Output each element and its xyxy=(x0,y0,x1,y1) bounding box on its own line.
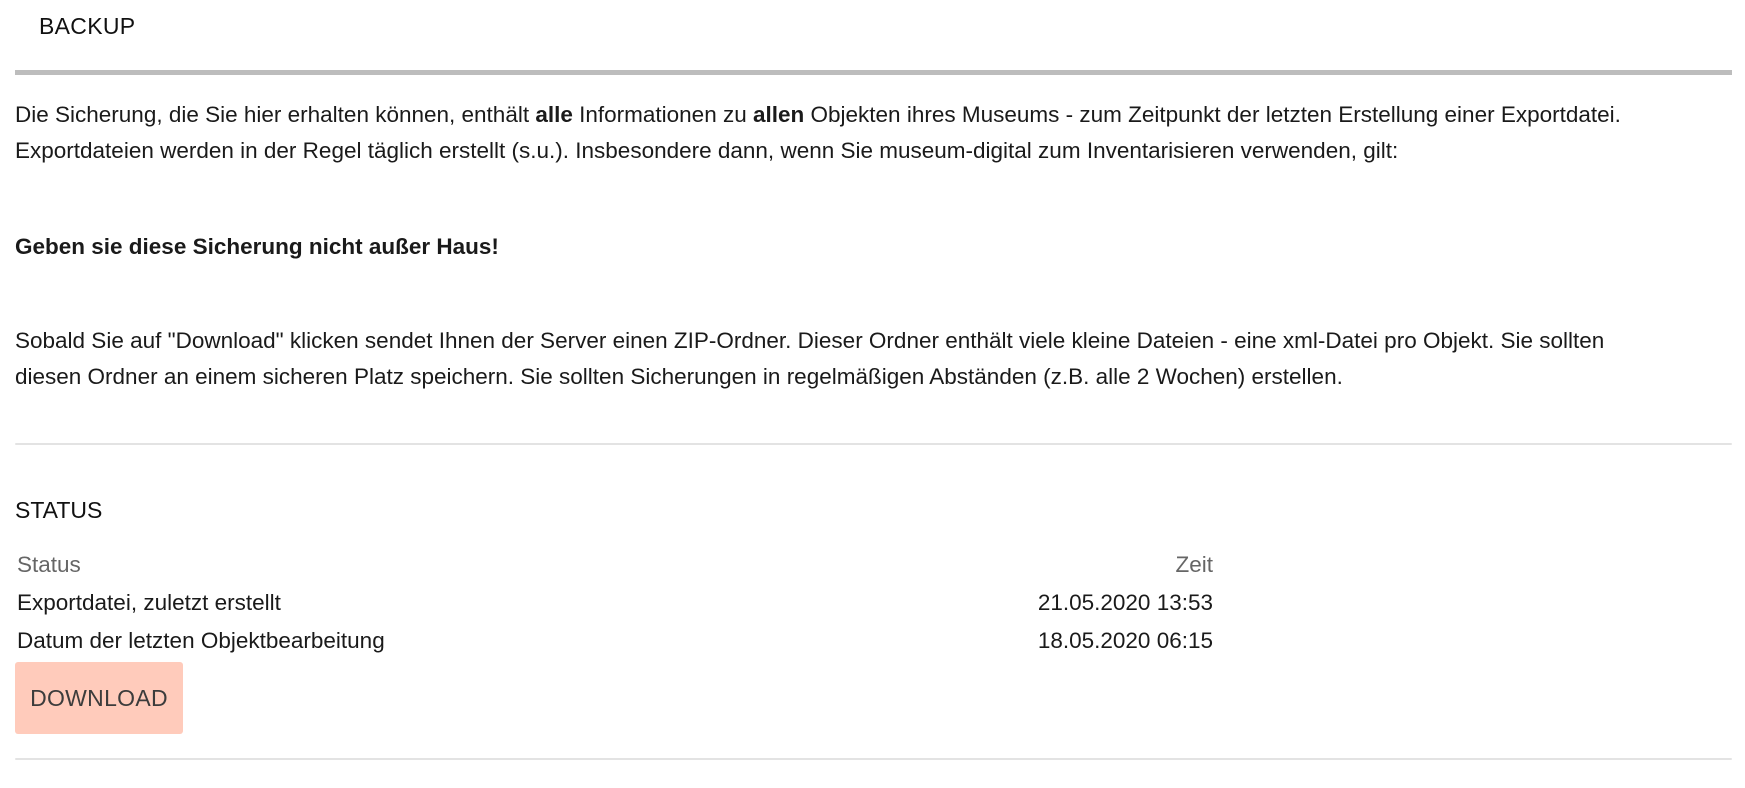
row-label-export-created: Exportdatei, zuletzt erstellt xyxy=(17,590,281,615)
intro-text-part: Informationen zu xyxy=(572,102,753,127)
status-heading: STATUS xyxy=(15,497,103,523)
intro-text: Die Sicherung, die Sie hier erhalten kön… xyxy=(15,75,1732,169)
instructions-line-1: Sobald Sie auf "Download" klicken sendet… xyxy=(15,328,1605,353)
section-divider xyxy=(15,443,1732,445)
intro-text-part: Die Sicherung, die Sie hier erhalten kön… xyxy=(15,102,536,127)
status-table-header: Status Zeit xyxy=(15,546,1215,584)
intro-text-part: Objekten ihres Museums - zum Zeitpunkt d… xyxy=(804,102,1621,127)
table-row: Exportdatei, zuletzt erstellt 21.05.2020… xyxy=(15,584,1215,622)
instructions-text: Sobald Sie auf "Download" klicken sendet… xyxy=(15,323,1732,395)
row-label-last-edit: Datum der letzten Objektbearbeitung xyxy=(17,628,385,653)
backup-header: BACKUP xyxy=(15,0,1732,75)
intro-line-2: Exportdateien werden in der Regel täglic… xyxy=(15,138,1399,163)
warning-text: Geben sie diese Sicherung nicht außer Ha… xyxy=(15,234,499,259)
section-divider xyxy=(15,758,1732,760)
row-time-last-edit: 18.05.2020 06:15 xyxy=(1037,628,1213,653)
column-header-status: Status xyxy=(17,552,81,577)
status-table: Status Zeit Exportdatei, zuletzt erstell… xyxy=(15,546,1215,660)
intro-emphasis-allen: allen xyxy=(752,102,805,127)
intro-emphasis-alle: alle xyxy=(535,102,573,127)
intro-line-1: Die Sicherung, die Sie hier erhalten kön… xyxy=(15,97,1732,133)
table-row: Datum der letzten Objektbearbeitung 18.0… xyxy=(15,622,1215,660)
download-button[interactable]: DOWNLOAD xyxy=(15,662,183,734)
row-time-export-created: 21.05.2020 13:53 xyxy=(1037,590,1213,615)
instructions-line-2: diesen Ordner an einem sicheren Platz sp… xyxy=(15,364,1343,389)
tab-backup[interactable]: BACKUP xyxy=(39,13,135,40)
backup-page: BACKUP Die Sicherung, die Sie hier erhal… xyxy=(15,0,1732,760)
column-header-time: Zeit xyxy=(1175,552,1213,577)
